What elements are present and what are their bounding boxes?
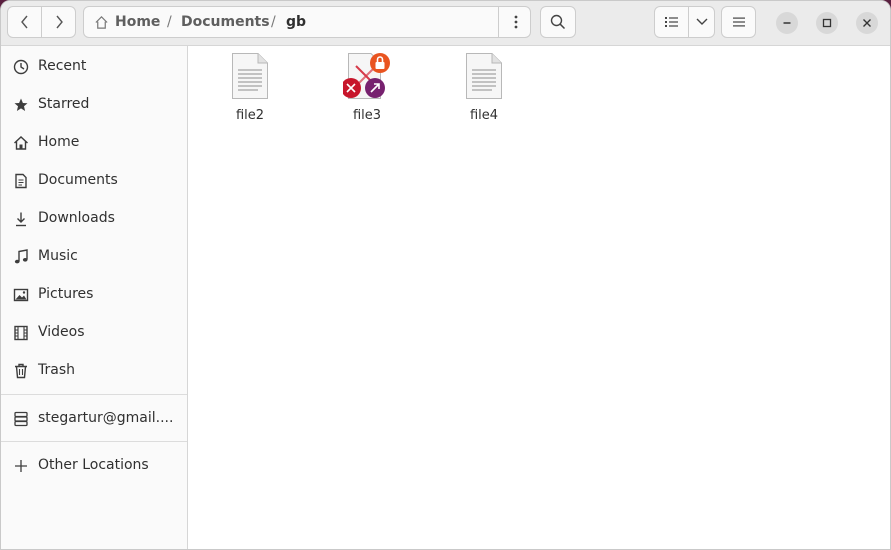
file-name: file2 [235, 108, 265, 123]
home-icon [95, 16, 108, 29]
sidebar-divider [1, 394, 187, 395]
file-grid: file2 file3 file4 [188, 46, 890, 549]
maximize-button[interactable] [816, 12, 838, 34]
broken-link-locked-icon [343, 53, 390, 99]
sidebar-item-recent[interactable]: Recent [1, 49, 187, 85]
music-icon [14, 249, 28, 264]
sidebar-item-label: Trash [38, 362, 75, 378]
sidebar-item-videos[interactable]: Videos [1, 315, 187, 351]
sidebar-item-other-locations[interactable]: Other Locations [1, 448, 187, 484]
minimize-icon [783, 22, 791, 24]
sidebar-item-label: Downloads [38, 210, 115, 226]
sidebar-item-label: Starred [38, 96, 90, 112]
breadcrumb-home[interactable]: Home [115, 14, 160, 30]
sidebar-item-label: Documents [38, 172, 118, 188]
sidebar-item-label: Other Locations [38, 457, 149, 473]
list-view-button[interactable] [654, 6, 689, 38]
text-file-icon [232, 53, 268, 99]
home-icon [14, 136, 28, 150]
download-icon [16, 212, 26, 227]
video-icon [14, 325, 28, 341]
file-item[interactable]: file4 [439, 52, 529, 126]
plus-icon [15, 460, 27, 472]
star-icon [14, 98, 28, 111]
trash-icon [15, 363, 27, 379]
sidebar-item-label: stegartur@gmail.... [38, 410, 174, 426]
file-name: file3 [352, 108, 382, 123]
sidebar-item-downloads[interactable]: Downloads [1, 201, 187, 237]
file-name: file4 [469, 108, 499, 123]
sidebar-item-starred[interactable]: Starred [1, 87, 187, 123]
sidebar-item-documents[interactable]: Documents [1, 163, 187, 199]
list-view-icon [664, 17, 678, 27]
chevron-right-icon [55, 15, 63, 29]
forward-button[interactable] [41, 6, 76, 38]
picture-icon [13, 288, 29, 302]
sidebar-item-trash[interactable]: Trash [1, 353, 187, 389]
breadcrumb-separator: / [271, 14, 276, 30]
file-item[interactable]: file3 [322, 52, 412, 126]
path-menu-button[interactable] [498, 7, 532, 37]
sidebar-item-label: Music [38, 248, 78, 264]
file-item[interactable]: file2 [205, 52, 295, 126]
maximize-icon [822, 18, 832, 28]
sidebar-item-label: Videos [38, 324, 85, 340]
close-icon [863, 19, 871, 27]
breadcrumb-separator: / [167, 14, 172, 30]
back-button[interactable] [7, 6, 42, 38]
clock-icon [13, 59, 29, 75]
sidebar: Recent Starred Home Documents Downloads … [1, 46, 188, 549]
network-drive-icon [14, 411, 28, 427]
chevron-down-icon [696, 18, 707, 25]
search-icon [550, 14, 566, 30]
sidebar-item-account[interactable]: stegartur@gmail.... [1, 401, 187, 437]
sidebar-item-label: Home [38, 134, 80, 150]
hamburger-icon [732, 17, 745, 27]
path-bar: Home / Documents / gb [83, 6, 531, 38]
text-file-icon [466, 53, 502, 99]
sidebar-item-pictures[interactable]: Pictures [1, 277, 187, 313]
breadcrumb-current[interactable]: gb [286, 14, 306, 30]
minimize-button[interactable] [776, 12, 798, 34]
sidebar-item-label: Recent [38, 58, 87, 74]
search-button[interactable] [540, 6, 576, 38]
sidebar-item-music[interactable]: Music [1, 239, 187, 275]
sidebar-item-label: Pictures [38, 286, 94, 302]
header-bar: Home / Documents / gb [1, 1, 890, 46]
sidebar-divider [1, 441, 187, 442]
breadcrumb-documents[interactable]: Documents [181, 14, 270, 30]
view-options-dropdown[interactable] [688, 6, 715, 38]
chevron-left-icon [20, 15, 28, 29]
document-icon [15, 173, 27, 189]
main-menu-button[interactable] [721, 6, 756, 38]
close-button[interactable] [856, 12, 878, 34]
vertical-dots-icon [514, 15, 517, 29]
sidebar-item-home[interactable]: Home [1, 125, 187, 161]
file-manager-window: Home / Documents / gb Recent Starred Hom… [0, 0, 891, 550]
